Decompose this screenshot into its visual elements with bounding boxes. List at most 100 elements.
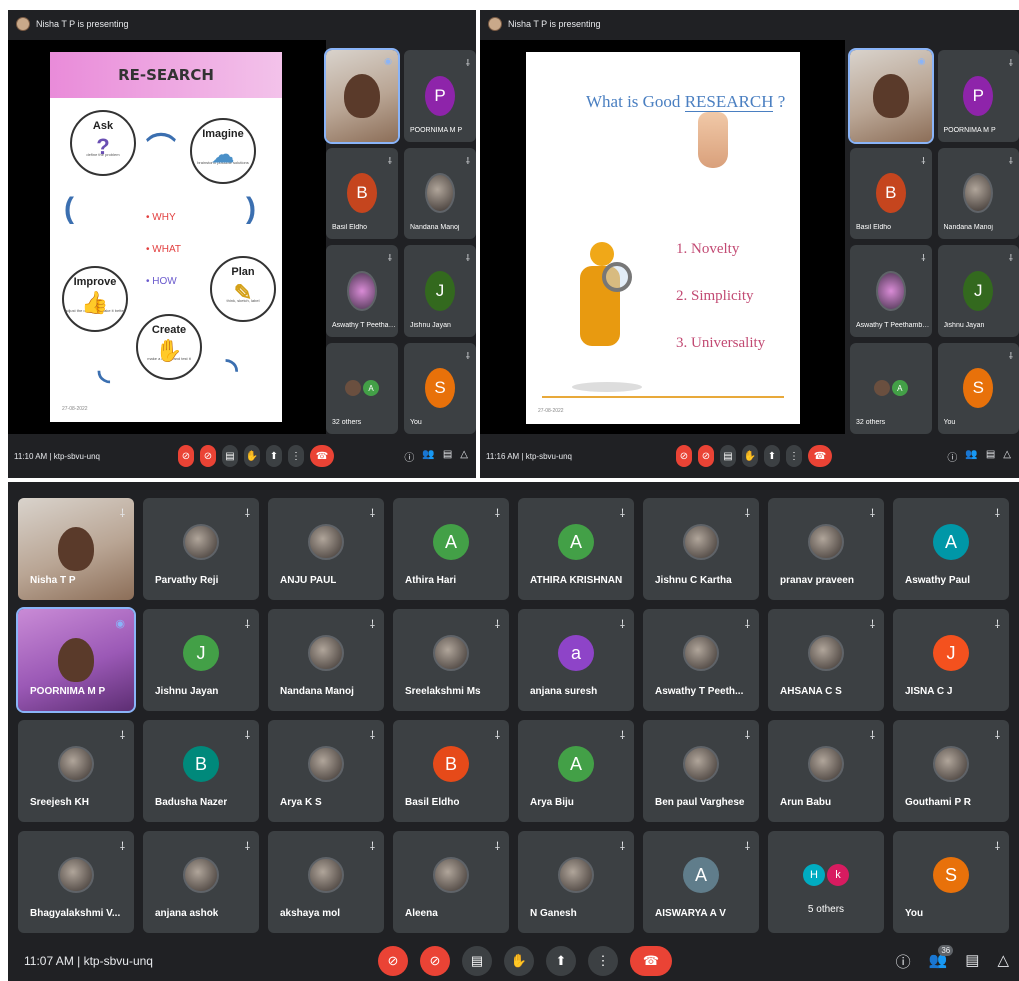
participant-tile[interactable]: ◉: [848, 48, 934, 144]
participant-tile[interactable]: ⸸ Gouthami P R: [893, 720, 1009, 822]
mic-off-icon: ⸸: [119, 841, 125, 853]
mic-off-icon[interactable]: ⊘: [676, 445, 692, 467]
participant-tile[interactable]: ◉ POORNIMA M P: [16, 607, 136, 713]
bullet-what: • WHAT: [146, 244, 181, 255]
end-call-icon[interactable]: ☎: [310, 445, 334, 467]
raise-hand-icon[interactable]: ✋: [504, 946, 534, 976]
participant-name: Aswathy T Peethambaran: [856, 321, 930, 329]
avatar: J: [425, 270, 455, 311]
participant-name: Ben paul Varghese: [655, 797, 745, 808]
participant-name: anjana suresh: [530, 686, 598, 697]
present-icon[interactable]: ⬆: [266, 445, 282, 467]
camera-off-icon[interactable]: ⊘: [200, 445, 216, 467]
participant-tile[interactable]: A ⸸ Arya Biju: [518, 720, 634, 822]
participant-tile[interactable]: ⸸ AHSANA C S: [768, 609, 884, 711]
participant-tile[interactable]: ⸸ Nisha T P: [18, 498, 134, 600]
participant-tile[interactable]: ⸸ Jishnu C Kartha: [643, 498, 759, 600]
participant-tile[interactable]: B ⸸ Basil Eldho: [393, 720, 509, 822]
step-create: Create ✋ make a model and test it: [136, 314, 202, 380]
raise-hand-icon[interactable]: ✋: [244, 445, 260, 467]
participant-name: JISNA C J: [905, 686, 953, 697]
mic-off-icon: ⸸: [465, 58, 470, 68]
participant-tile[interactable]: J ⸸ Jishnu Jayan: [143, 609, 259, 711]
participant-tile[interactable]: J ⸸ Jishnu Jayan: [404, 245, 476, 337]
mic-off-icon[interactable]: ⊘: [178, 445, 194, 467]
participant-tile[interactable]: P ⸸ POORNIMA M P: [404, 50, 476, 142]
participant-tile[interactable]: ⸸ N Ganesh: [518, 831, 634, 933]
captions-icon[interactable]: ▤: [720, 445, 736, 467]
activities-icon[interactable]: △: [460, 449, 468, 464]
info-icon[interactable]: ⓘ: [947, 449, 957, 464]
participant-tile[interactable]: ⸸ Nandana Manoj: [404, 147, 476, 239]
activities-icon[interactable]: △: [997, 951, 1009, 972]
info-icon[interactable]: ⓘ: [404, 449, 414, 464]
captions-icon[interactable]: ▤: [462, 946, 492, 976]
presenting-bar: Nisha T P is presenting: [480, 10, 1019, 38]
participant-tile[interactable]: ⸸ Arya K S: [268, 720, 384, 822]
activities-icon[interactable]: △: [1003, 449, 1011, 464]
avatar: a: [558, 635, 594, 671]
mic-off-icon: ⸸: [619, 619, 625, 631]
participant-tile[interactable]: ⸸ pranav praveen: [768, 498, 884, 600]
participant-tile[interactable]: ⸸ Aswathy T Peethambaran: [326, 245, 398, 337]
chat-icon[interactable]: ▤: [965, 951, 979, 972]
raise-hand-icon[interactable]: ✋: [742, 445, 758, 467]
participant-tile[interactable]: B ⸸ Basil Eldho: [850, 147, 932, 239]
participant-tile[interactable]: ◉: [324, 48, 400, 144]
participant-tile[interactable]: A ⸸ AISWARYA A V: [643, 831, 759, 933]
people-icon[interactable]: 👥: [965, 449, 977, 464]
participant-tile[interactable]: A ⸸ Aswathy Paul: [893, 498, 1009, 600]
info-icon[interactable]: ⓘ: [896, 951, 911, 972]
participant-tile[interactable]: S ⸸ You: [893, 831, 1009, 933]
mic-off-icon: ⸸: [465, 253, 470, 263]
participant-tile[interactable]: a ⸸ anjana suresh: [518, 609, 634, 711]
participant-tile[interactable]: ⸸ Aswathy T Peeth...: [643, 609, 759, 711]
participant-tile[interactable]: ⸸ Parvathy Reji: [143, 498, 259, 600]
participant-tile[interactable]: ⸸ Aleena: [393, 831, 509, 933]
participant-tile[interactable]: ⸸ Bhagyalakshmi V...: [18, 831, 134, 933]
participant-tile[interactable]: ⸸ Sreejesh KH: [18, 720, 134, 822]
chat-icon[interactable]: ▤: [443, 449, 452, 464]
participant-tile[interactable]: ⸸ akshaya mol: [268, 831, 384, 933]
participant-tile-self[interactable]: S ⸸ You: [404, 342, 476, 434]
participant-tile[interactable]: ⸸ Nandana Manoj: [268, 609, 384, 711]
end-call-icon[interactable]: ☎: [808, 445, 832, 467]
people-icon[interactable]: 👥 36: [929, 944, 954, 972]
mic-off-icon: ⸸: [619, 730, 625, 742]
participant-tile[interactable]: A ⸸ ATHIRA KRISHNAN: [518, 498, 634, 600]
more-options-icon[interactable]: ⋮: [588, 946, 618, 976]
participant-tile[interactable]: A ⸸ Athira Hari: [393, 498, 509, 600]
mic-off-icon: ⸸: [619, 841, 625, 853]
people-icon[interactable]: 👥: [422, 449, 434, 464]
mic-off-icon: ⸸: [387, 253, 392, 263]
participant-tile-self[interactable]: S ⸸ You: [937, 342, 1019, 434]
present-icon[interactable]: ⬆: [764, 445, 780, 467]
participant-tile[interactable]: ⸸ Ben paul Varghese: [643, 720, 759, 822]
participant-tile[interactable]: J ⸸ JISNA C J: [893, 609, 1009, 711]
participant-tile[interactable]: ⸸ anjana ashok: [143, 831, 259, 933]
participant-tile[interactable]: J ⸸ Jishnu Jayan: [937, 245, 1019, 337]
present-icon[interactable]: ⬆: [546, 946, 576, 976]
participant-tile[interactable]: ⸸ Sreelakshmi Ms: [393, 609, 509, 711]
end-call-icon[interactable]: ☎: [630, 946, 672, 976]
captions-icon[interactable]: ▤: [222, 445, 238, 467]
participant-tile[interactable]: B ⸸ Basil Eldho: [326, 147, 398, 239]
camera-off-icon[interactable]: ⊘: [698, 445, 714, 467]
participant-tile[interactable]: ⸸ Arun Babu: [768, 720, 884, 822]
participant-tile[interactable]: ⸸ Nandana Manoj: [937, 147, 1019, 239]
more-options-icon[interactable]: ⋮: [288, 445, 304, 467]
others-tile[interactable]: A 32 others: [326, 342, 398, 434]
avatar: [347, 270, 377, 311]
camera-off-icon[interactable]: ⊘: [420, 946, 450, 976]
mic-off-icon[interactable]: ⊘: [378, 946, 408, 976]
participant-tile[interactable]: ⸸ Aswathy T Peethambaran: [850, 245, 932, 337]
point-simplicity: 2. Simplicity: [676, 288, 754, 304]
participant-tile[interactable]: ⸸ ANJU PAUL: [268, 498, 384, 600]
chat-icon[interactable]: ▤: [986, 449, 995, 464]
participant-tile[interactable]: B ⸸ Badusha Nazer: [143, 720, 259, 822]
cycle-arrow-icon: (: [64, 192, 74, 225]
more-options-icon[interactable]: ⋮: [786, 445, 802, 467]
participant-tile[interactable]: P ⸸ POORNIMA M P: [937, 50, 1019, 142]
participant-tile[interactable]: Hk 5 others: [768, 831, 884, 933]
others-tile[interactable]: A 32 others: [850, 342, 932, 434]
